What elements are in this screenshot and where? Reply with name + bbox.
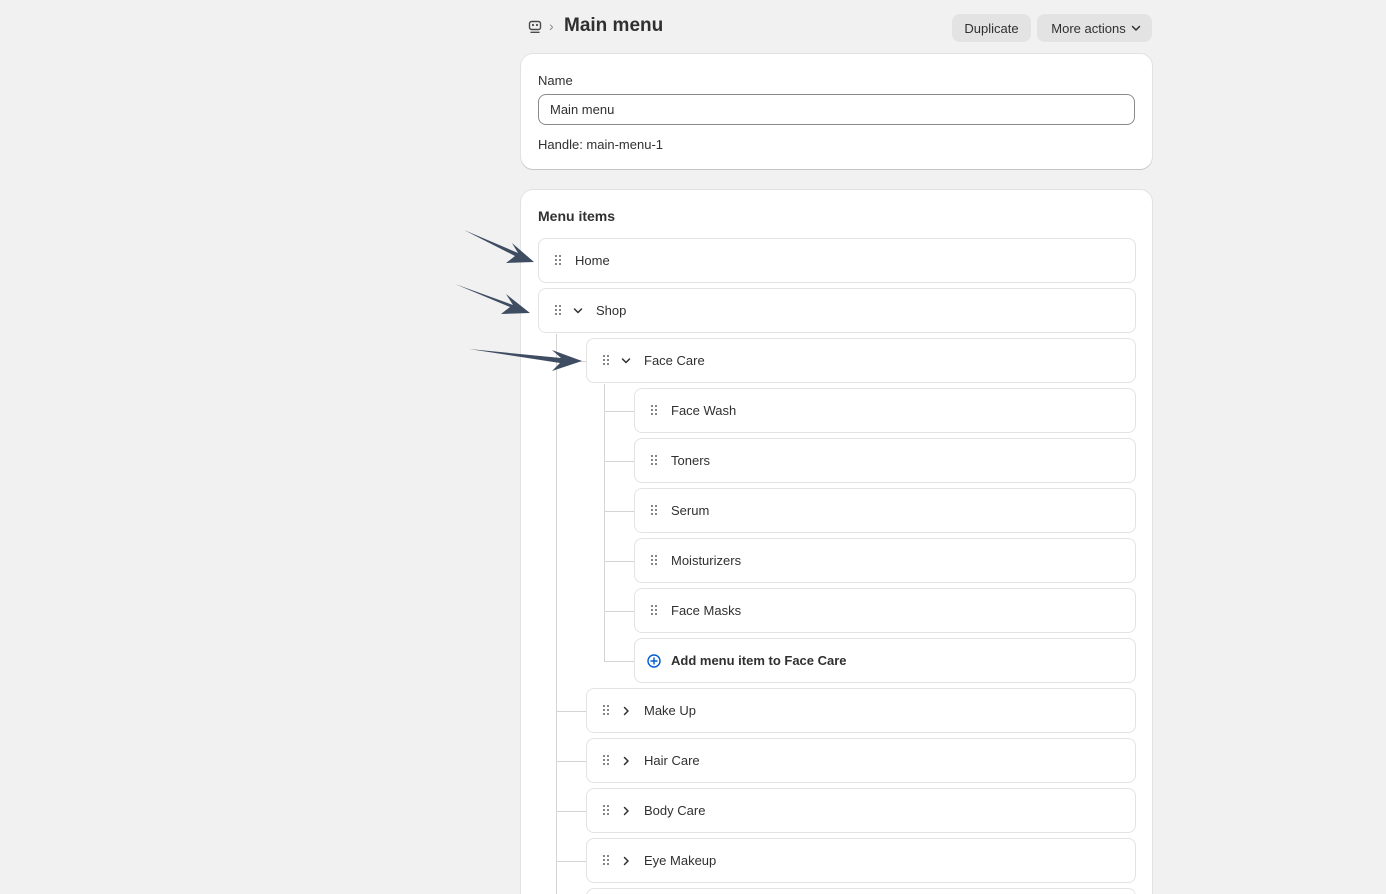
- menu-item-eye-makeup[interactable]: Eye Makeup: [586, 838, 1136, 883]
- annotation-arrow-icon: [455, 284, 530, 314]
- add-menu-item-label: Add menu item to Face Care: [671, 653, 847, 668]
- chevron-right-icon[interactable]: [620, 705, 632, 717]
- name-card: Name Handle: main-menu-1: [521, 54, 1152, 169]
- menu-item-label: Make Up: [644, 703, 697, 718]
- tree-line-shop: [556, 334, 557, 894]
- breadcrumb-separator: ›: [549, 18, 554, 34]
- tree-connector: [556, 761, 586, 762]
- tree-connector: [556, 811, 586, 812]
- menu-items-title: Menu items: [538, 208, 616, 224]
- handle-text: Handle: main-menu-1: [538, 137, 664, 152]
- chevron-right-icon[interactable]: [620, 755, 632, 767]
- menu-item-home[interactable]: Home: [538, 238, 1136, 283]
- tree-connector: [604, 611, 634, 612]
- drag-handle-icon[interactable]: [554, 254, 562, 266]
- more-actions-label: More actions: [1051, 20, 1126, 36]
- drag-handle-icon[interactable]: [602, 804, 610, 816]
- annotation-arrow-icon: [469, 349, 582, 371]
- tree-connector: [604, 661, 634, 662]
- menu-item-shop[interactable]: Shop: [538, 288, 1136, 333]
- tree-connector: [556, 711, 586, 712]
- drag-handle-icon[interactable]: [650, 454, 658, 466]
- menu-item-label: Toners: [671, 453, 711, 468]
- drag-handle-icon[interactable]: [650, 554, 658, 566]
- menu-item-label: Hair Care: [644, 753, 700, 768]
- drag-handle-icon[interactable]: [554, 304, 562, 316]
- chevron-down-icon[interactable]: [620, 355, 632, 367]
- drag-handle-icon[interactable]: [602, 354, 610, 366]
- name-label: Name: [538, 73, 573, 88]
- drag-handle-icon[interactable]: [602, 704, 610, 716]
- chevron-down-icon[interactable]: [572, 305, 584, 317]
- drag-handle-icon[interactable]: [602, 754, 610, 766]
- menu-item-label: Face Care: [644, 353, 705, 368]
- tree-connector: [604, 411, 634, 412]
- tree-connector: [604, 561, 634, 562]
- name-input[interactable]: [538, 94, 1135, 125]
- menu-item-label: Face Masks: [671, 603, 742, 618]
- page-title: Main menu: [564, 15, 664, 36]
- add-menu-item-button[interactable]: Add menu item to Face Care: [634, 638, 1136, 683]
- menu-item-label: Shop: [596, 303, 627, 318]
- annotation-arrow-icon: [464, 230, 534, 263]
- chevron-down-icon: [1131, 25, 1140, 31]
- tree-connector: [604, 511, 634, 512]
- menu-item-label: Body Care: [644, 803, 706, 818]
- menu-item-label: Moisturizers: [671, 553, 742, 568]
- menu-item-face-wash[interactable]: Face Wash: [634, 388, 1136, 433]
- menu-item-label: Eye Makeup: [644, 853, 717, 868]
- page: › Main menu Duplicate More actions Name …: [0, 0, 1386, 894]
- tree-connector: [604, 461, 634, 462]
- plus-circle-icon: [647, 654, 661, 668]
- menu-item-make-up[interactable]: Make Up: [586, 688, 1136, 733]
- drag-handle-icon[interactable]: [602, 854, 610, 866]
- tree-line-face-care: [604, 384, 605, 661]
- menu-item-label: Serum: [671, 503, 710, 518]
- chevron-right-icon[interactable]: [620, 855, 632, 867]
- menu-item-face-care[interactable]: Face Care: [586, 338, 1136, 383]
- menu-item-label: Home: [575, 253, 610, 268]
- more-actions-button[interactable]: More actions: [1037, 14, 1152, 42]
- tree-connector: [556, 861, 586, 862]
- menu-item-label: Face Wash: [671, 403, 737, 418]
- page-header: › Main menu Duplicate More actions: [521, 12, 1152, 44]
- drag-handle-icon[interactable]: [650, 404, 658, 416]
- drag-handle-icon[interactable]: [650, 504, 658, 516]
- menu-item-body-care[interactable]: Body Care: [586, 788, 1136, 833]
- drag-handle-icon[interactable]: [650, 604, 658, 616]
- chevron-right-icon[interactable]: [620, 805, 632, 817]
- menu-item-serum[interactable]: Serum: [634, 488, 1136, 533]
- menu-item-partial[interactable]: [586, 888, 1136, 894]
- menu-item-moisturizers[interactable]: Moisturizers: [634, 538, 1136, 583]
- duplicate-button[interactable]: Duplicate: [952, 14, 1031, 42]
- menu-item-hair-care[interactable]: Hair Care: [586, 738, 1136, 783]
- menu-item-toners[interactable]: Toners: [634, 438, 1136, 483]
- menu-item-face-masks[interactable]: Face Masks: [634, 588, 1136, 633]
- navigation-menu-icon[interactable]: [528, 20, 542, 34]
